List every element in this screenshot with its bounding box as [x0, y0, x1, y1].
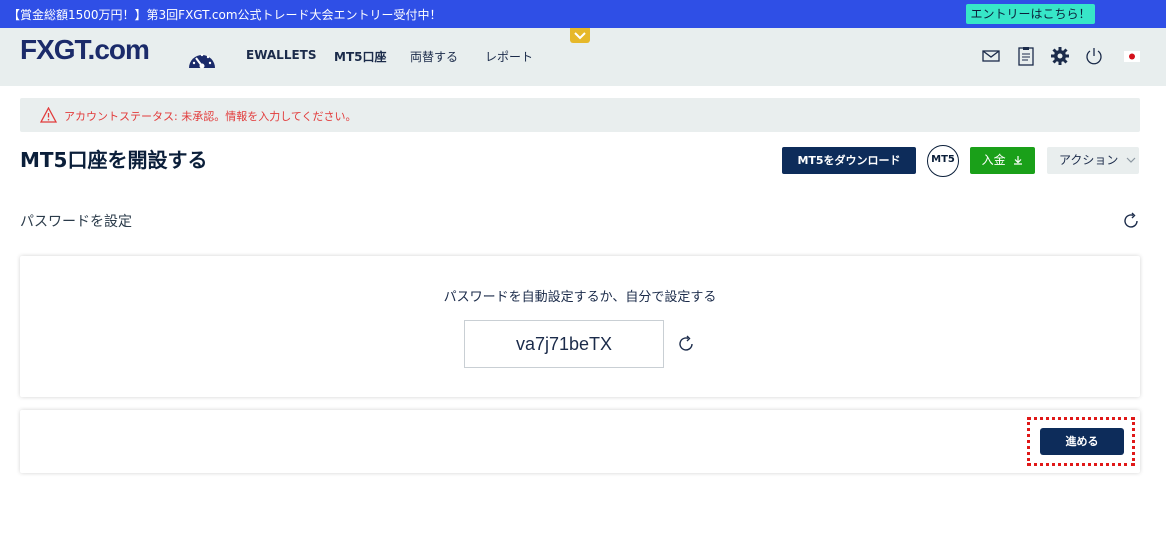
- nav-ewallets[interactable]: EWALLETS: [246, 48, 317, 62]
- entry-button[interactable]: エントリーはこちら！: [966, 4, 1095, 24]
- chevron-down-icon: [1126, 157, 1136, 163]
- deposit-button[interactable]: 入金: [970, 147, 1035, 174]
- password-field[interactable]: va7j71beTX: [464, 320, 664, 368]
- download-mt5-button[interactable]: MT5をダウンロード: [782, 147, 916, 174]
- nav-exchange[interactable]: 両替する: [410, 48, 458, 65]
- section-title: パスワードを設定: [20, 214, 132, 230]
- next-button[interactable]: 進める: [1040, 428, 1124, 455]
- download-arrow-icon: [1014, 156, 1023, 165]
- mail-icon[interactable]: [981, 46, 1001, 66]
- nav-mt5-account[interactable]: MT5口座: [334, 48, 386, 65]
- alert-text: アカウントステータス: 未承認。情報を入力してください。: [64, 110, 357, 123]
- gear-icon[interactable]: [1050, 46, 1070, 66]
- nav-toggle[interactable]: [570, 28, 590, 43]
- account-status-alert: アカウントステータス: 未承認。情報を入力してください。: [20, 98, 1140, 132]
- japan-flag-icon[interactable]: [1122, 46, 1142, 66]
- password-caption: パスワードを自動設定するか、自分で設定する: [443, 290, 717, 305]
- action-dropdown[interactable]: アクション: [1047, 147, 1139, 174]
- logo[interactable]: FXGT.com: [20, 34, 150, 66]
- nav-report[interactable]: レポート: [485, 48, 533, 65]
- mt5-badge-label: MT5: [931, 154, 955, 165]
- mt5-badge[interactable]: MT5: [927, 145, 959, 177]
- refresh-icon[interactable]: [1121, 211, 1141, 231]
- power-icon[interactable]: [1084, 46, 1104, 66]
- clipboard-icon[interactable]: [1016, 46, 1036, 66]
- top-nav: FXGT.com EWALLETS MT5口座 両替する レポート: [0, 28, 1166, 86]
- warning-icon: [40, 107, 57, 123]
- regenerate-password-icon[interactable]: [676, 334, 696, 354]
- promo-banner: 【賞金総額1500万円！】第3回FXGT.com公式トレード大会エントリー受付中…: [0, 0, 1166, 28]
- footer-card: 進める: [20, 410, 1140, 473]
- chevron-down-icon: [574, 32, 586, 40]
- promo-text: 【賞金総額1500万円！】第3回FXGT.com公式トレード大会エントリー受付中…: [8, 8, 442, 22]
- deposit-label: 入金: [981, 153, 1006, 167]
- password-card: パスワードを自動設定するか、自分で設定する va7j71beTX: [20, 256, 1140, 397]
- action-label: アクション: [1059, 153, 1119, 167]
- page-title: MT5口座を開設する: [20, 148, 208, 172]
- dashboard-icon[interactable]: [187, 46, 217, 70]
